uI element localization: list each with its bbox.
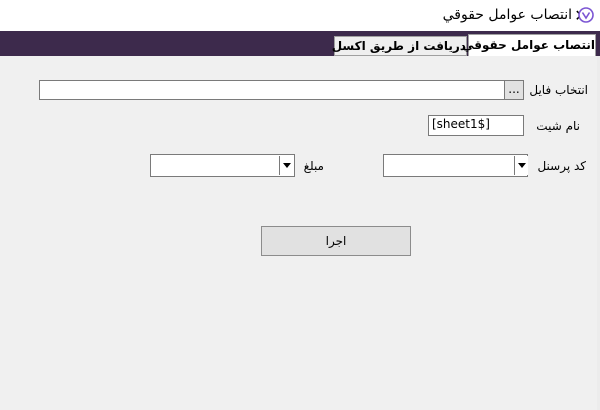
sheet-name-input[interactable]: [sheet1$] bbox=[428, 115, 524, 136]
amount-label: مبلغ bbox=[303, 159, 324, 173]
window-title: انتصاب عوامل حقوقي bbox=[442, 7, 572, 23]
chevron-down-icon bbox=[282, 163, 291, 168]
tab-assign-legal-factors[interactable]: انتصاب عوامل حقوقي bbox=[462, 34, 596, 56]
personnel-code-label: كد پرسنل bbox=[537, 159, 586, 173]
run-button[interactable]: اجرا bbox=[261, 226, 411, 256]
chevron-down-icon bbox=[517, 163, 526, 168]
title-bar: ✕ انتصاب عوامل حقوقي bbox=[0, 0, 600, 31]
browse-file-button[interactable]: ... bbox=[504, 80, 524, 100]
amount-select[interactable] bbox=[150, 154, 295, 177]
file-label: انتخاب فايل bbox=[529, 83, 588, 97]
personnel-code-select[interactable] bbox=[383, 154, 528, 177]
app-logo-icon bbox=[578, 7, 594, 23]
amount-dropdown-button[interactable] bbox=[279, 156, 293, 175]
sheet-name-label: نام شيت bbox=[536, 119, 580, 133]
file-path-input[interactable] bbox=[39, 80, 505, 100]
tab-excel-import[interactable]: دريافت از طريق اكسل bbox=[332, 36, 467, 56]
personnel-dropdown-button[interactable] bbox=[514, 156, 528, 175]
